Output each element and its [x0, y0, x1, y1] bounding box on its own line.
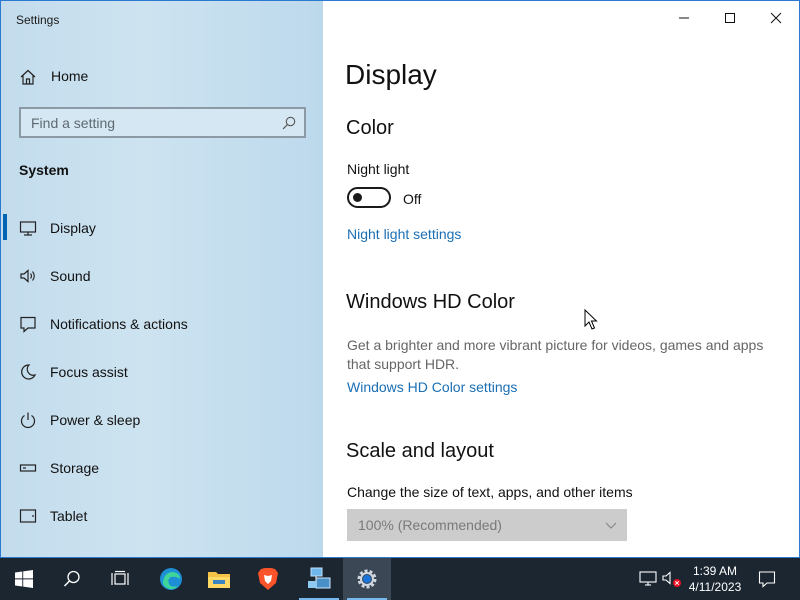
- settings-window: Settings Home System Display: [0, 0, 800, 558]
- taskbar: 1:39 AM 4/11/2023: [0, 558, 800, 600]
- volume-muted-icon: [662, 571, 681, 587]
- section-title: System: [19, 162, 69, 178]
- edge-icon: [160, 568, 182, 590]
- night-light-settings-link[interactable]: Night light settings: [347, 226, 461, 242]
- file-explorer-taskbar-button[interactable]: [195, 558, 243, 600]
- search-icon[interactable]: [282, 116, 296, 130]
- home-icon: [20, 69, 36, 85]
- close-icon: [770, 12, 782, 24]
- network-app-taskbar-button[interactable]: [295, 558, 343, 600]
- taskbar-search-button[interactable]: [48, 558, 96, 600]
- sidebar-item-focus-assist[interactable]: Focus assist: [1, 355, 323, 403]
- sidebar-item-display[interactable]: Display: [1, 211, 323, 259]
- sidebar-item-label: Power & sleep: [50, 412, 141, 428]
- edge-taskbar-button[interactable]: [147, 558, 195, 600]
- minimize-icon: [679, 17, 689, 19]
- home-nav-item[interactable]: Home: [1, 59, 323, 93]
- monitor-icon: [19, 221, 37, 236]
- sidebar-item-notifications[interactable]: Notifications & actions: [1, 307, 323, 355]
- sidebar-item-tablet[interactable]: Tablet: [1, 499, 323, 547]
- maximize-icon: [725, 13, 735, 23]
- scale-layout-heading: Scale and layout: [346, 440, 494, 462]
- sidebar: Settings Home System Display: [1, 1, 323, 557]
- network-tray-button[interactable]: [636, 558, 660, 600]
- minimize-button[interactable]: [661, 1, 707, 35]
- search-icon: [63, 570, 80, 587]
- content-pane: Display Color Night light Off Night ligh…: [323, 1, 799, 557]
- sidebar-item-storage[interactable]: Storage: [1, 451, 323, 499]
- toggle-knob: [353, 193, 362, 202]
- settings-taskbar-button[interactable]: [343, 558, 391, 600]
- file-explorer-icon: [208, 572, 230, 588]
- sidebar-item-label: Storage: [50, 460, 100, 476]
- close-button[interactable]: [753, 1, 799, 35]
- tablet-icon: [19, 509, 37, 523]
- night-light-toggle[interactable]: [347, 187, 391, 208]
- sidebar-item-power-sleep[interactable]: Power & sleep: [1, 403, 323, 451]
- scale-dropdown[interactable]: 100% (Recommended): [347, 509, 627, 541]
- toggle-state-label: Off: [403, 191, 422, 207]
- notification-icon: [20, 316, 36, 333]
- action-center-button[interactable]: [754, 558, 780, 600]
- mouse-cursor-icon: [584, 309, 598, 330]
- sidebar-item-label: Tablet: [50, 508, 88, 524]
- chevron-down-icon: [605, 522, 617, 529]
- hd-color-settings-link[interactable]: Windows HD Color settings: [347, 379, 517, 395]
- start-button[interactable]: [0, 558, 48, 600]
- page-title: Display: [345, 59, 437, 90]
- sidebar-item-label: Focus assist: [50, 364, 128, 380]
- power-icon: [20, 412, 36, 429]
- search-input[interactable]: [21, 109, 261, 136]
- task-view-icon: [111, 570, 129, 585]
- network-icon: [639, 571, 657, 586]
- search-box[interactable]: [19, 107, 306, 138]
- settings-gear-icon: [357, 569, 377, 589]
- night-light-label: Night light: [347, 161, 410, 177]
- color-heading: Color: [346, 117, 394, 139]
- moon-icon: [21, 364, 37, 380]
- sidebar-item-label: Sound: [50, 268, 91, 284]
- home-label: Home: [51, 68, 89, 84]
- app-title: Settings: [16, 13, 60, 27]
- scale-label: Change the size of text, apps, and other…: [347, 484, 633, 500]
- sidebar-nav: Display Sound Notifications & actions Fo…: [1, 211, 323, 547]
- brave-taskbar-button[interactable]: [244, 558, 292, 600]
- start-icon: [15, 570, 33, 588]
- network-app-icon: [308, 567, 331, 589]
- storage-icon: [19, 464, 37, 472]
- sidebar-item-sound[interactable]: Sound: [1, 259, 323, 307]
- scale-dropdown-value: 100% (Recommended): [358, 517, 502, 533]
- clock-time: 1:39 AM: [692, 564, 738, 578]
- task-view-button[interactable]: [96, 558, 144, 600]
- hd-color-description: Get a brighter and more vibrant picture …: [347, 337, 764, 372]
- sidebar-item-label: Display: [50, 220, 96, 236]
- sidebar-item-label: Notifications & actions: [50, 316, 188, 332]
- speaker-icon: [20, 269, 35, 283]
- action-center-icon: [758, 571, 776, 588]
- maximize-button[interactable]: [707, 1, 753, 35]
- taskbar-clock[interactable]: 1:39 AM 4/11/2023: [680, 563, 750, 595]
- hd-color-heading: Windows HD Color: [346, 291, 515, 313]
- clock-date: 4/11/2023: [688, 580, 742, 594]
- brave-icon: [258, 568, 278, 590]
